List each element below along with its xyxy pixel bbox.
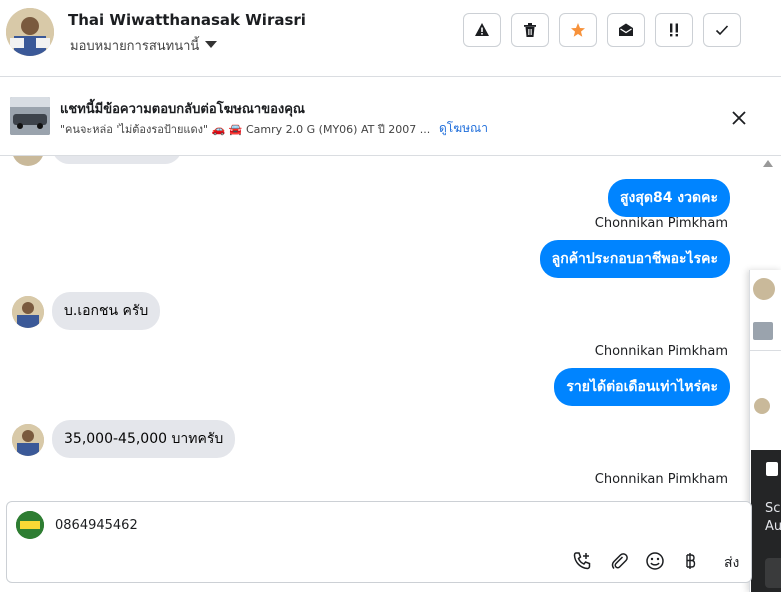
emoji-button[interactable] <box>644 550 666 572</box>
outgoing-message-bubble: ลูกค้าประกอบอาชีพอะไรคะ <box>539 240 730 278</box>
popover-avatar[interactable] <box>753 278 775 300</box>
delete-button[interactable] <box>511 13 549 47</box>
star-icon <box>571 23 585 37</box>
attach-button[interactable] <box>608 550 630 572</box>
trash-icon <box>524 23 536 37</box>
panel-text-line1: Sc <box>765 501 781 516</box>
emoji-icon <box>646 552 664 570</box>
divider <box>750 350 781 351</box>
popover-avatar-small <box>754 398 770 414</box>
caret-down-icon <box>205 41 218 48</box>
sender-name: Chonnikan Pimkham <box>594 216 728 231</box>
incoming-message-bubble: 35,000-45,000 บาทครับ <box>52 420 236 458</box>
message-thread[interactable]: สูงสุด84 งวดคะ Chonnikan Pimkham ลูกค้าป… <box>0 156 760 500</box>
mark-unread-button[interactable] <box>607 13 645 47</box>
panel-button[interactable] <box>765 558 781 588</box>
warning-icon <box>475 23 489 36</box>
follow-up-button[interactable] <box>655 13 693 47</box>
assign-conversation-dropdown[interactable]: มอบหมายการสนทนานี้ <box>70 35 218 56</box>
page-avatar <box>16 511 44 539</box>
send-button[interactable]: ส่ง <box>724 552 739 574</box>
view-ad-link[interactable]: ดูโฆษณา <box>439 119 488 138</box>
panel-text-line2: Au <box>765 519 781 534</box>
sender-name: Chonnikan Pimkham <box>594 344 728 359</box>
contact-avatar-small <box>12 156 44 166</box>
message-composer[interactable]: 0864945462 ส่ง <box>6 501 752 583</box>
outgoing-message-bubble: สูงสุด84 งวดคะ <box>607 179 730 217</box>
call-button[interactable] <box>571 550 593 572</box>
popover-ad-thumbnail <box>753 322 773 340</box>
ad-description: "คนจะหล่อ 'ไม่ต้องรอป้ายแดง" 🚗 🚘 Camry 2… <box>60 123 431 136</box>
ad-reply-banner: แชทนี้มีข้อความตอบกลับต่อโฆษณาของคุณ "คน… <box>0 77 781 156</box>
incoming-message-bubble <box>52 156 182 164</box>
incoming-message-bubble: บ.เอกชน ครับ <box>52 292 161 330</box>
payment-button[interactable] <box>679 550 701 572</box>
star-button[interactable] <box>559 13 597 47</box>
done-button[interactable] <box>703 13 741 47</box>
sender-name: Chonnikan Pimkham <box>594 472 728 487</box>
message-input[interactable]: 0864945462 <box>55 518 138 533</box>
envelope-open-icon <box>619 23 633 36</box>
outgoing-message-bubble: รายได้ต่อเดือนเท่าไหร่คะ <box>554 368 730 406</box>
conversation-header: Thai Wiwatthanasak Wirasri มอบหมายการสนท… <box>0 0 781 77</box>
spam-button[interactable] <box>463 13 501 47</box>
ad-banner-title: แชทนี้มีข้อความตอบกลับต่อโฆษณาของคุณ <box>60 102 305 117</box>
check-icon <box>715 25 729 36</box>
priority-icon <box>670 23 678 37</box>
paperclip-icon <box>611 553 628 570</box>
dark-panel: Sc Au <box>751 450 781 592</box>
assign-label: มอบหมายการสนทนานี้ <box>70 39 200 54</box>
ad-thumbnail[interactable] <box>10 97 50 135</box>
close-banner-button[interactable] <box>728 107 750 129</box>
baht-icon <box>686 553 696 569</box>
scroll-up-arrow-icon[interactable] <box>763 160 773 167</box>
contact-avatar-small <box>12 296 44 328</box>
contact-name[interactable]: Thai Wiwatthanasak Wirasri <box>68 11 306 29</box>
contact-avatar[interactable] <box>6 8 54 56</box>
close-icon <box>732 111 746 125</box>
document-icon <box>766 462 778 476</box>
phone-add-icon <box>573 552 591 570</box>
contact-avatar-small <box>12 424 44 456</box>
